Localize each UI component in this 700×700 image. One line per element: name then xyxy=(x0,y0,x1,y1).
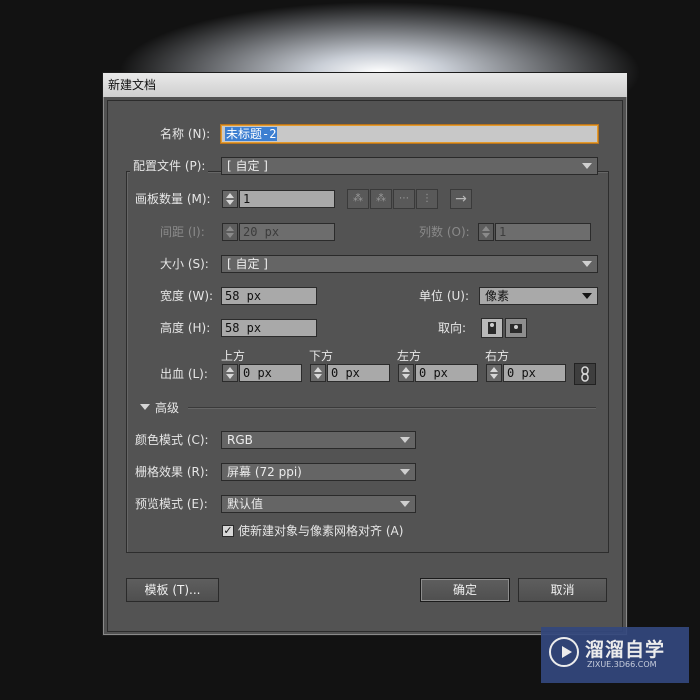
landscape-orientation-button[interactable] xyxy=(505,318,527,338)
spacing-label: 间距 (I): xyxy=(160,225,205,239)
arrow-down-icon xyxy=(226,233,234,238)
arrange-by-column-icon[interactable]: ⋮ xyxy=(416,189,438,209)
color-mode-label: 颜色模式 (C): xyxy=(135,433,209,447)
dialog-title: 新建文档 xyxy=(103,73,627,97)
chevron-down-icon xyxy=(582,293,592,299)
preview-mode-label: 预览模式 (E): xyxy=(135,497,208,511)
arrow-down-icon xyxy=(226,200,234,205)
columns-input: 1 xyxy=(495,223,591,241)
bleed-label: 出血 (L): xyxy=(160,367,208,381)
artboards-label: 画板数量 (M): xyxy=(135,192,211,206)
align-pixel-grid-label[interactable]: 使新建对象与像素网格对齐 (A) xyxy=(238,522,403,540)
bleed-bottom-input[interactable]: 0 px xyxy=(327,364,390,382)
raster-effects-label: 栅格效果 (R): xyxy=(135,465,209,479)
dialog-client-area: 名称 (N): 未标题-2 配置文件 (P): [ 自定 ] 画板数量 (M):… xyxy=(107,100,623,632)
arrow-up-icon xyxy=(482,226,490,231)
artboards-stepper[interactable] xyxy=(222,190,238,208)
arrow-down-icon xyxy=(226,374,234,379)
watermark-title: 溜溜自学 xyxy=(585,639,666,661)
profile-dropdown[interactable]: [ 自定 ] xyxy=(221,157,598,175)
chain-link-icon[interactable] xyxy=(574,363,596,385)
bleed-right-stepper[interactable] xyxy=(486,364,502,382)
preview-mode-dropdown[interactable]: 默认值 xyxy=(221,495,416,513)
bleed-top-label: 上方 xyxy=(221,349,246,363)
orientation-label: 取向: xyxy=(438,321,467,335)
arrow-up-icon xyxy=(226,367,234,372)
raster-effects-dropdown[interactable]: 屏幕 (72 ppi) xyxy=(221,463,416,481)
portrait-orientation-button[interactable] xyxy=(481,318,503,338)
profile-value: [ 自定 ] xyxy=(227,159,268,173)
chevron-down-icon xyxy=(582,261,592,267)
arrow-down-icon xyxy=(482,233,490,238)
columns-label: 列数 (O): xyxy=(419,225,470,239)
bleed-right-label: 右方 xyxy=(485,349,510,363)
arrow-up-icon xyxy=(314,367,322,372)
advanced-label[interactable]: 高级 xyxy=(155,399,179,417)
size-value: [ 自定 ] xyxy=(227,257,268,271)
width-input[interactable]: 58 px xyxy=(221,287,317,305)
bleed-left-input[interactable]: 0 px xyxy=(415,364,478,382)
bleed-left-stepper[interactable] xyxy=(398,364,414,382)
preview-mode-value: 默认值 xyxy=(227,497,264,511)
bleed-left-label: 左方 xyxy=(397,349,422,363)
size-label: 大小 (S): xyxy=(160,257,209,271)
link-glyph xyxy=(581,366,589,382)
arrow-down-icon xyxy=(314,374,322,379)
play-triangle-icon xyxy=(562,646,572,658)
advanced-divider xyxy=(188,407,596,408)
units-value: 像素 xyxy=(485,289,510,303)
ok-button[interactable]: 确定 xyxy=(420,578,510,602)
arrow-up-icon xyxy=(226,193,234,198)
arrow-down-icon xyxy=(490,374,498,379)
bleed-bottom-label: 下方 xyxy=(309,349,334,363)
new-document-dialog: 新建文档 名称 (N): 未标题-2 配置文件 (P): [ 自定 ] 画板数量… xyxy=(102,72,628,636)
artboards-input[interactable]: 1 xyxy=(239,190,335,208)
arrange-by-row-icon[interactable]: ⋯ xyxy=(393,189,415,209)
right-to-left-arrow-icon[interactable]: → xyxy=(450,189,472,209)
play-logo-icon xyxy=(549,637,579,667)
name-value-selected: 未标题-2 xyxy=(225,127,278,141)
grid-by-row-icon[interactable]: ⁂ xyxy=(347,189,369,209)
arrow-up-icon xyxy=(402,367,410,372)
spacing-stepper xyxy=(222,223,238,241)
templates-button[interactable]: 模板 (T)... xyxy=(126,578,219,602)
bleed-bottom-stepper[interactable] xyxy=(310,364,326,382)
units-label: 单位 (U): xyxy=(419,289,470,303)
size-dropdown[interactable]: [ 自定 ] xyxy=(221,255,598,273)
chevron-down-icon xyxy=(400,437,410,443)
bleed-right-input[interactable]: 0 px xyxy=(503,364,566,382)
raster-effects-value: 屏幕 (72 ppi) xyxy=(227,465,302,479)
landscape-icon xyxy=(510,324,522,333)
name-label: 名称 (N): xyxy=(160,127,211,141)
align-pixel-grid-checkbox[interactable]: ✓ xyxy=(222,525,234,537)
color-mode-value: RGB xyxy=(227,433,253,447)
spacing-input: 20 px xyxy=(239,223,335,241)
grid-by-column-icon[interactable]: ⁂ xyxy=(370,189,392,209)
collapse-triangle-icon[interactable] xyxy=(140,404,150,410)
bleed-top-input[interactable]: 0 px xyxy=(239,364,302,382)
cancel-button[interactable]: 取消 xyxy=(518,578,607,602)
chevron-down-icon xyxy=(400,469,410,475)
height-label: 高度 (H): xyxy=(160,321,211,335)
arrow-up-icon xyxy=(490,367,498,372)
height-input[interactable]: 58 px xyxy=(221,319,317,337)
chevron-down-icon xyxy=(582,163,592,169)
watermark-badge: 溜溜自学 ZIXUE.3D66.COM xyxy=(541,627,689,683)
color-mode-dropdown[interactable]: RGB xyxy=(221,431,416,449)
profile-label: 配置文件 (P): xyxy=(130,157,209,175)
columns-stepper xyxy=(478,223,494,241)
chevron-down-icon xyxy=(400,501,410,507)
watermark-subtitle: ZIXUE.3D66.COM xyxy=(587,660,657,669)
width-label: 宽度 (W): xyxy=(160,289,214,303)
arrow-up-icon xyxy=(226,226,234,231)
arrow-down-icon xyxy=(402,374,410,379)
units-dropdown[interactable]: 像素 xyxy=(479,287,598,305)
bleed-top-stepper[interactable] xyxy=(222,364,238,382)
name-input[interactable]: 未标题-2 xyxy=(221,125,598,143)
portrait-icon xyxy=(488,322,496,334)
